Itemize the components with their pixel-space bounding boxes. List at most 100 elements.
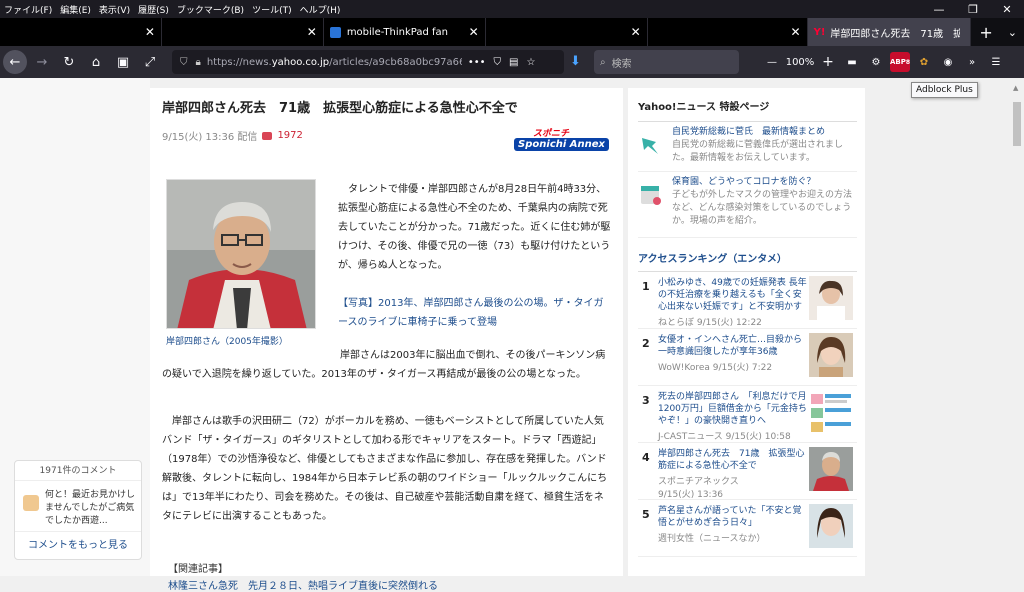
search-bar[interactable]: ⌕ 検索 xyxy=(594,50,739,74)
gear-icon[interactable]: ⚙ xyxy=(866,52,886,72)
lead-paragraph: タレントで俳優・岸部四郎さんが8月28日午前4時33分、拡張型心筋症による急性心… xyxy=(338,184,611,271)
back-button[interactable]: ← xyxy=(3,50,27,74)
comment-count[interactable]: 1972 xyxy=(277,130,302,141)
abp-badge: 8 xyxy=(905,58,911,66)
special-item[interactable]: 保育園、どうやってコロナを防ぐ？ 子どもが外したマスクの管理やお迎えの方法など、… xyxy=(638,172,857,238)
home-button[interactable]: ⌂ xyxy=(84,50,108,74)
menu-view[interactable]: 表示(V) xyxy=(99,3,130,16)
rank-title: 女優オ・インへさん死亡…目殺から一時意識回復したが享年36歳 xyxy=(658,335,803,357)
thinkpad-favicon-icon xyxy=(329,26,341,38)
close-icon[interactable]: ✕ xyxy=(469,25,479,39)
sponichi-logo[interactable]: スポニチ Sponichi Annex xyxy=(483,126,609,154)
url-text[interactable]: https://news.yahoo.co.jp/articles/a9cb68… xyxy=(207,57,462,68)
special-title: Yahoo!ニュース 特設ページ xyxy=(638,102,770,113)
download-icon[interactable]: ⬇ xyxy=(570,54,581,69)
para3-text: 岸部さんは歌手の沢田研二（72）がボーカルを務め、一徳もベーシストとして所属して… xyxy=(162,416,608,522)
tab-1[interactable]: ✕ xyxy=(0,18,162,46)
rank-number: 3 xyxy=(642,394,650,407)
tab-2[interactable]: ✕ xyxy=(161,18,324,46)
close-icon[interactable]: ✕ xyxy=(145,25,155,39)
tooltip: Adblock Plus xyxy=(911,82,978,98)
tab-title: 岸部四郎さん死去 71歳 拡 xyxy=(830,28,961,40)
hat-icon[interactable]: ▬ xyxy=(842,52,862,72)
menu-file[interactable]: ファイル(F) xyxy=(4,3,52,16)
article-headline: 岸部四郎さん死去 71歳 拡張型心筋症による急性心不全で xyxy=(162,101,518,116)
zoom-out-icon[interactable]: — xyxy=(762,52,782,72)
rank-number: 4 xyxy=(642,451,650,464)
tab-5[interactable]: ✕ xyxy=(647,18,808,46)
menu-bookmarks[interactable]: ブックマーク(B) xyxy=(177,3,244,16)
special-item-title: 保育園、どうやってコロナを防ぐ？ xyxy=(672,177,816,187)
zoom-in-icon[interactable]: + xyxy=(818,52,838,72)
shield-icon[interactable]: ⛉ xyxy=(180,57,188,68)
article-photo[interactable] xyxy=(166,179,316,329)
menu-edit[interactable]: 編集(E) xyxy=(60,3,91,16)
search-input[interactable]: 検索 xyxy=(612,55,632,70)
adblock-plus-icon[interactable]: ABP 8 xyxy=(890,52,910,72)
pocket-icon[interactable]: ⛉ xyxy=(494,57,502,68)
close-icon[interactable]: ✕ xyxy=(631,25,641,39)
scrollbar-thumb[interactable] xyxy=(1013,102,1021,146)
ranking-item-1[interactable]: 1 小松みゆき、49歳での妊娠発表 長年の不妊治療を乗り越えるも「全く安心出来な… xyxy=(638,272,857,329)
hamburger-menu-icon[interactable]: ☰ xyxy=(986,52,1006,72)
comment-preview-text: 何と！最近お見かけしませんでしたがご病気でしたか西遊... xyxy=(45,490,136,526)
restore-button[interactable]: ❐ xyxy=(956,0,990,18)
reader-icon[interactable]: ▤ xyxy=(509,57,518,68)
special-item[interactable]: 自民党新総裁に菅氏 最新情報まとめ 自民党の新総裁に菅義偉氏が選出されました。最… xyxy=(638,122,857,172)
ranking-item-3[interactable]: 3 死去の岸部四郎さん 「利息だけで月1200万円」巨額借金から「元金持ちやぞ！… xyxy=(638,386,857,443)
scrollbar[interactable]: ▲ xyxy=(1010,78,1024,576)
menu-bar: ファイル(F) 編集(E) 表示(V) 履歴(S) ブックマーク(B) ツール(… xyxy=(0,0,1024,18)
menu-help[interactable]: ヘルプ(H) xyxy=(300,3,341,16)
logo-bottom: Sponichi Annex xyxy=(514,138,609,151)
ranking-title: アクセスランキング（エンタメ） xyxy=(638,250,857,272)
screenshot-icon[interactable]: ▣ xyxy=(111,50,135,74)
bookmark-star-icon[interactable]: ☆ xyxy=(526,57,535,68)
ranking-item-5[interactable]: 5 芦名星さんが語っていた「不安と覚悟とがせめぎ合う日々」 週刊女性（ニュースな… xyxy=(638,500,857,557)
related-heading: 【関連記事】 xyxy=(168,564,228,575)
more-comments-button[interactable]: コメントをもっと見る xyxy=(15,531,141,559)
close-window-button[interactable]: ✕ xyxy=(990,0,1024,18)
tab-list-chevron-icon[interactable]: ⌄ xyxy=(1001,18,1024,46)
close-icon[interactable]: ✕ xyxy=(307,25,317,39)
close-icon[interactable]: ✕ xyxy=(791,25,801,39)
overflow-chevron-icon[interactable]: » xyxy=(962,52,982,72)
forward-button[interactable]: → xyxy=(30,50,54,74)
new-tab-button[interactable]: + xyxy=(971,18,1000,46)
expand-icon[interactable]: ⤢ xyxy=(138,50,162,74)
photo-link[interactable]: 【写真】2013年、岸部四郎さん最後の公の場。ザ・タイガースのライブに車椅子に乗… xyxy=(338,294,612,332)
menu-history[interactable]: 履歴(S) xyxy=(138,3,169,16)
menu-tools[interactable]: ツール(T) xyxy=(252,3,292,16)
url-bar[interactable]: ⛉ 🔒︎ https://news.yahoo.co.jp/articles/a… xyxy=(172,50,564,74)
special-item-desc: 自民党の新総裁に菅義偉氏が選出されました。最新情報をお伝えしています。 xyxy=(672,140,844,163)
scroll-up-icon[interactable]: ▲ xyxy=(1013,84,1018,92)
minimize-button[interactable]: — xyxy=(922,0,956,18)
comment-widget: 1971件のコメント 何と！最近お見かけしませんでしたがご病気でしたか西遊...… xyxy=(14,460,142,560)
tab-4[interactable]: ✕ xyxy=(485,18,648,46)
extension-icon[interactable]: ✿ xyxy=(914,52,934,72)
rank-thumbnail xyxy=(809,276,853,320)
comment-icon[interactable] xyxy=(262,131,273,140)
rank-thumbnail xyxy=(809,504,853,548)
more-icon[interactable]: ••• xyxy=(468,57,486,68)
account-icon[interactable]: ◉ xyxy=(938,52,958,72)
related-link[interactable]: 林隆三さん急死 先月２８日、熱唱ライブ直後に突然倒れる xyxy=(168,577,438,592)
comment-preview[interactable]: 何と！最近お見かけしませんでしたがご病気でしたか西遊... xyxy=(15,481,141,531)
rank-title: 芦名星さんが語っていた「不安と覚悟とがせめぎ合う日々」 xyxy=(658,506,802,528)
rank-title: 死去の岸部四郎さん 「利息だけで月1200万円」巨額借金から「元金持ちやぞ！」の… xyxy=(658,392,807,426)
sidebar: Yahoo!ニュース 特設ページ 自民党新総裁に菅氏 最新情報まとめ 自民党の新… xyxy=(628,88,865,576)
rank-title: 岸部四郎さん死去 71歳 拡張型心筋症による急性心不全で xyxy=(658,449,805,471)
url-domain: yahoo.co.jp xyxy=(271,56,330,68)
rank-thumbnail xyxy=(809,447,853,491)
tab-bar: ✕ ✕ mobile-ThinkPad fan ✕ ✕ ✕ Y! 岸部四郎さん死去 … xyxy=(0,18,1024,46)
tab-6-active[interactable]: Y! 岸部四郎さん死去 71歳 拡 xyxy=(807,18,972,46)
zoom-level[interactable]: 100% xyxy=(786,52,815,72)
ranking-item-2[interactable]: 2 女優オ・インへさん死亡…目殺から一時意識回復したが享年36歳 WoW!Kor… xyxy=(638,329,857,386)
nav-bar: ← → ↻ ⌂ ▣ ⤢ ⛉ 🔒︎ https://news.yahoo.co.j… xyxy=(0,46,1024,78)
tab-3[interactable]: mobile-ThinkPad fan ✕ xyxy=(323,18,486,46)
reload-button[interactable]: ↻ xyxy=(57,50,81,74)
rank-thumbnail xyxy=(809,390,853,434)
lock-icon[interactable]: 🔒︎ xyxy=(196,57,201,68)
paragraph-3: 岸部さんは歌手の沢田研二（72）がボーカルを務め、一徳もベーシストとして所属して… xyxy=(162,412,612,526)
ranking-item-4[interactable]: 4 岸部四郎さん死去 71歳 拡張型心筋症による急性心不全で スポニチアネックス… xyxy=(638,443,857,500)
comment-widget-title: 1971件のコメント xyxy=(15,461,141,481)
